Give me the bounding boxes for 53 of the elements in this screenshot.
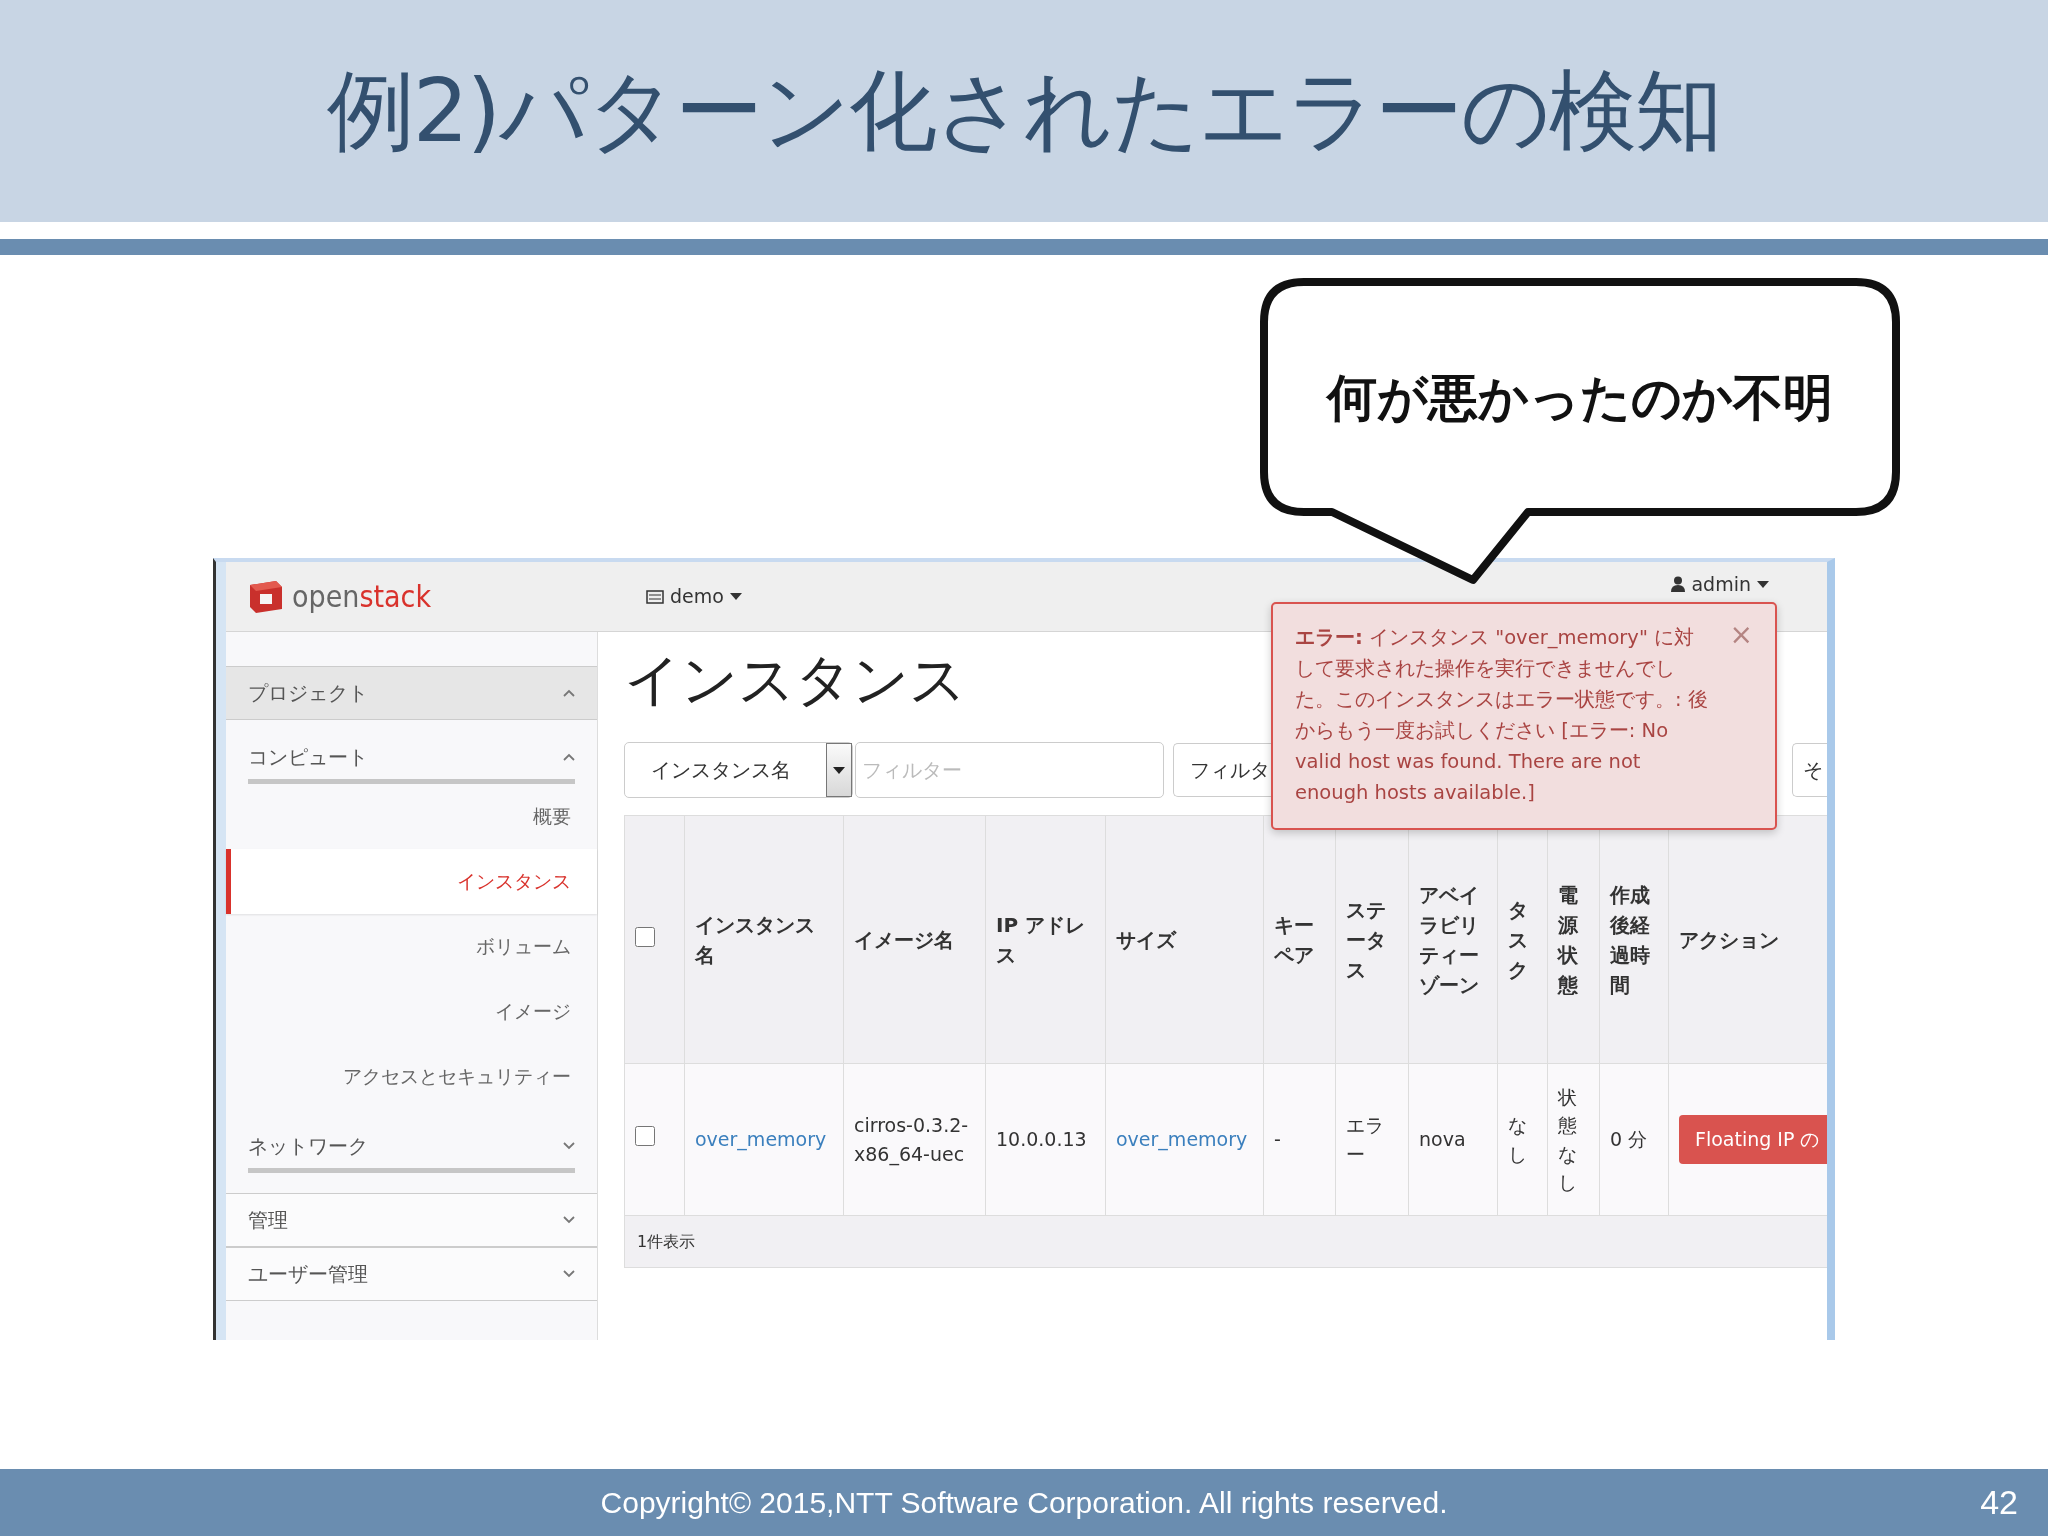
chevron-up-icon <box>563 689 575 697</box>
sidebar-group[interactable]: コンピュート <box>248 734 575 784</box>
table-cell: なし <box>1497 1063 1548 1216</box>
sidebar-item[interactable]: イメージ <box>226 979 597 1044</box>
person-icon <box>1671 576 1686 593</box>
chevron-down-icon <box>563 1141 575 1150</box>
caret-icon <box>1757 580 1769 588</box>
list-icon <box>646 589 664 604</box>
column-header: キーペア <box>1263 815 1336 1064</box>
logo-text: openstack <box>292 578 432 616</box>
project-menu[interactable]: demo <box>646 582 742 611</box>
callout-text: 何が悪かったのか不明 <box>1327 368 1833 428</box>
select-all-checkbox[interactable] <box>635 926 655 947</box>
instance-link[interactable]: over_memory <box>1116 1128 1248 1151</box>
sidebar-section[interactable]: 管理 <box>226 1193 597 1247</box>
column-header: サイズ <box>1105 815 1264 1064</box>
sidebar-section[interactable]: プロジェクト <box>226 666 597 720</box>
chevron-up-icon <box>563 752 575 761</box>
sidebar-item[interactable]: 概要 <box>226 784 597 849</box>
sidebar-item[interactable]: アクセスとセキュリティー <box>226 1044 597 1109</box>
instance-link[interactable]: over_memory <box>695 1128 827 1151</box>
table-cell: 状態なし <box>1547 1063 1600 1216</box>
more-button[interactable]: そ <box>1792 743 1827 797</box>
slide-title: 例2)パターン化されたエラーの検知 <box>326 58 1722 164</box>
filter-input[interactable]: フィルター <box>855 742 1164 798</box>
sidebar-group[interactable]: ネットワーク <box>248 1123 575 1173</box>
sidebar-item[interactable]: インスタンス <box>226 849 597 914</box>
column-header: IP アドレス <box>985 815 1106 1064</box>
column-header: アクション <box>1668 815 1827 1064</box>
sidebar-section[interactable]: ユーザー管理 <box>226 1247 597 1301</box>
table-cell: エラー <box>1335 1063 1409 1216</box>
table-footer: 1件表示 <box>624 1215 1827 1268</box>
sidebar-item[interactable]: ボリューム <box>226 914 597 979</box>
page-title: インスタンス <box>624 646 966 714</box>
column-header: イメージ名 <box>843 815 986 1064</box>
action-button[interactable]: Floating IP の <box>1679 1115 1827 1164</box>
filter-select[interactable]: インスタンス名 <box>624 742 853 798</box>
filter-button[interactable]: フィルタ <box>1173 743 1272 797</box>
caret-icon <box>833 766 845 774</box>
table-cell: cirros-0.3.2-x86_64-uec <box>843 1063 986 1216</box>
table-cell: 10.0.0.13 <box>985 1063 1106 1216</box>
user-menu[interactable]: admin <box>1671 570 1769 599</box>
chevron-down-icon <box>563 1216 575 1224</box>
table-cell: nova <box>1408 1063 1498 1216</box>
copyright-text: Copyright© 2015,NTT Software Corporation. All rights reserved. <box>600 1485 1448 1521</box>
alert-message: エラー: インスタンス "over_memory" に対して要求された操作を実行できませんでした。このインスタンスはエラー状態です。: 後からもう一度お試しください [エラー: No valid host was found. There are not enough hosts available.] <box>1295 625 1709 806</box>
column-header: インスタンス名 <box>684 815 844 1064</box>
page-number: 42 <box>1980 1482 2018 1523</box>
chevron-down-icon <box>563 1270 575 1278</box>
caret-icon <box>729 593 742 600</box>
table-cell: 0 分 <box>1599 1063 1669 1216</box>
table-cell: - <box>1263 1063 1336 1216</box>
row-checkbox[interactable] <box>635 1126 655 1147</box>
